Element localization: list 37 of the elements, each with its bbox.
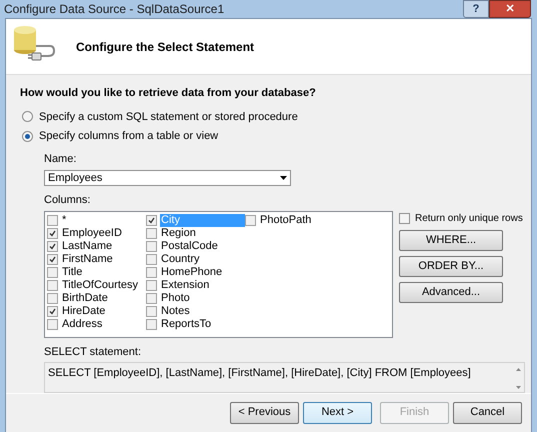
column-item[interactable]: TitleOfCourtesy: [61, 278, 146, 292]
name-label: Name:: [44, 152, 78, 166]
question-label: How would you like to retrieve data from your database?: [20, 86, 317, 101]
column-item[interactable]: Photo: [160, 292, 245, 304]
option-label: Specify a custom SQL statement or stored procedure: [39, 110, 298, 124]
column-item[interactable]: Address: [61, 318, 146, 330]
table-dropdown[interactable]: Employees: [44, 170, 291, 186]
help-button[interactable]: ?: [463, 0, 489, 18]
dialog-button[interactable]: ORDER BY...: [399, 256, 503, 276]
close-button[interactable]: ✕: [489, 0, 531, 18]
column-item[interactable]: PostalCode: [160, 240, 245, 252]
wizard-button[interactable]: Next >: [303, 402, 372, 424]
column-item[interactable]: *: [61, 214, 146, 226]
unique-rows-label: Return only unique rows: [415, 212, 523, 226]
wizard-button[interactable]: Cancel: [453, 402, 522, 424]
column-item[interactable]: HireDate: [61, 304, 146, 318]
option-label: Specify columns from a table or view: [39, 129, 218, 144]
statement-box[interactable]: SELECT [EmployeeID], [LastName], [FirstName], [HireDate], [City] FROM [Employees]: [44, 362, 525, 393]
dialog-button[interactable]: WHERE...: [399, 230, 503, 250]
window-title: Configure Data Source - SqlDataSource1: [4, 1, 224, 18]
column-item[interactable]: Country: [160, 252, 245, 266]
column-item[interactable]: LastName: [61, 240, 146, 252]
column-item[interactable]: FirstName: [61, 252, 146, 266]
statement-label: SELECT statement:: [44, 344, 142, 360]
column-item[interactable]: BirthDate: [61, 292, 146, 304]
column-item[interactable]: HomePhone: [160, 266, 245, 278]
page-title: Configure the Select Statement: [76, 38, 254, 56]
column-item[interactable]: Region: [160, 226, 245, 240]
columns-label: Columns:: [44, 193, 92, 208]
column-item[interactable]: Title: [61, 266, 146, 278]
wizard-button[interactable]: < Previous: [230, 402, 299, 424]
column-item[interactable]: ReportsTo: [160, 318, 245, 330]
column-item[interactable]: Notes: [160, 304, 245, 318]
column-item[interactable]: EmployeeID: [61, 226, 146, 240]
dialog-button[interactable]: Advanced...: [399, 282, 503, 302]
column-item[interactable]: Extension: [160, 278, 245, 292]
column-item[interactable]: PhotoPath: [259, 214, 344, 226]
